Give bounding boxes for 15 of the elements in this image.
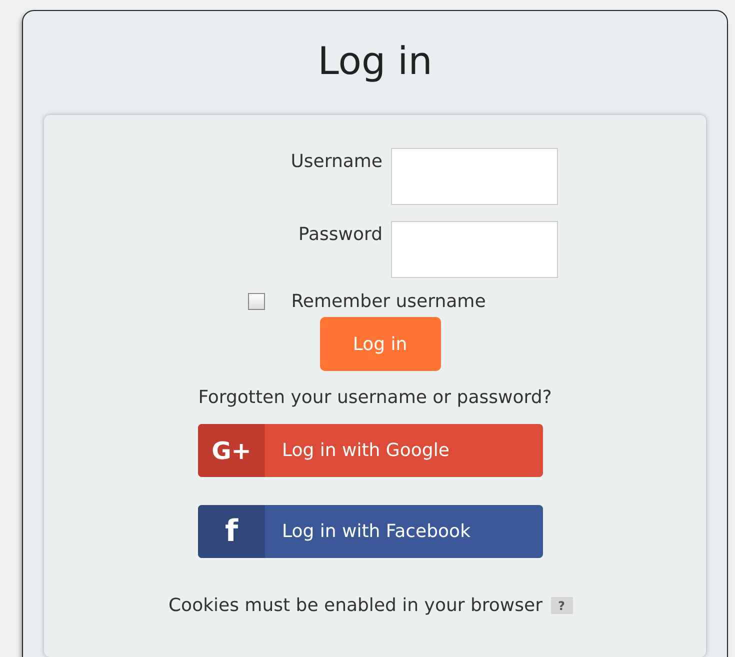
facebook-login-button[interactable]: f Log in with Facebook [198, 505, 543, 558]
google-plus-icon: G+ [198, 424, 265, 477]
login-button[interactable]: Log in [320, 317, 440, 371]
facebook-icon: f [198, 505, 265, 558]
input-field[interactable] [390, 221, 558, 278]
page-title: Log in [316, 38, 434, 85]
checkbox-label: Remember username [291, 291, 486, 312]
field-label: Username [290, 150, 382, 172]
google-login-button[interactable]: G+ Log in with Google [198, 424, 543, 477]
cookies-notice: Cookies must be enabled in your browser [168, 595, 543, 616]
field-label: Password [297, 223, 382, 245]
input-field[interactable] [390, 148, 558, 205]
forgot-password-link[interactable]: Forgotten your username or password? [198, 387, 552, 408]
help-icon[interactable]: ? [550, 597, 573, 614]
checkbox[interactable] [248, 293, 266, 310]
